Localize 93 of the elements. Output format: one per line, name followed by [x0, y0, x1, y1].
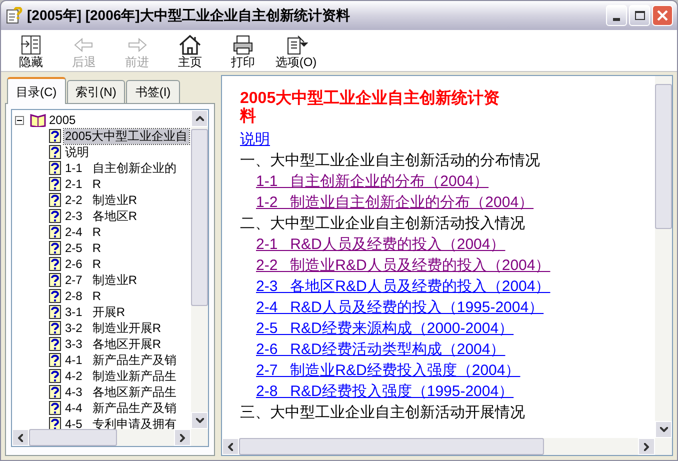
- tree-item[interactable]: 2-8 R: [64, 288, 102, 304]
- link[interactable]: 2-5 R&D经费来源构成（2000-2004）: [256, 320, 514, 337]
- link[interactable]: 1-1 自主创新企业的分布（2004）: [256, 173, 489, 190]
- help-page-icon: [49, 145, 61, 159]
- right-chevron-icon: [180, 434, 185, 442]
- help-page-icon: [49, 385, 61, 399]
- tree-item[interactable]: 3-3 各地区开展R: [64, 336, 162, 352]
- link[interactable]: 2-2 制造业R&D人员及经费的投入（2004）: [256, 257, 550, 274]
- toolbar-button[interactable]: 主页: [170, 33, 210, 71]
- tree-item[interactable]: 3-2 制造业开展R: [64, 320, 162, 336]
- section-heading: 一、大中型工业企业自主创新活动的分布情况: [240, 151, 541, 171]
- link[interactable]: 2-1 R&D人员及经费的投入（2004）: [256, 236, 506, 253]
- tree-item[interactable]: 2-2 制造业R: [64, 192, 138, 208]
- horizontal-scrollbar[interactable]: [12, 429, 208, 446]
- help-page-icon: [49, 241, 61, 255]
- help-page-icon: [49, 321, 61, 335]
- link[interactable]: 2-4 R&D人员及经费的投入（1995-2004）: [256, 299, 544, 316]
- help-page-icon: [49, 161, 61, 175]
- link[interactable]: 2-8 R&D经费投入强度（1995-2004）: [256, 383, 514, 400]
- tree-item[interactable]: 2-3 各地区R: [64, 208, 138, 224]
- help-page-icon: [49, 273, 61, 287]
- help-page-icon: [49, 129, 61, 143]
- link[interactable]: 1-2 制造业自主创新企业的分布（2004）: [256, 194, 534, 211]
- section-heading: 三、大中型工业企业自主创新活动开展情况: [240, 403, 526, 423]
- printer-icon: [231, 33, 255, 55]
- tab[interactable]: 索引(N): [66, 80, 126, 103]
- scroll-thumb[interactable]: [29, 429, 117, 446]
- link[interactable]: 2-3 各地区R&D人员及经费的投入（2004）: [256, 278, 550, 295]
- tab[interactable]: 目录(C): [7, 77, 66, 104]
- help-page-icon: [49, 417, 61, 429]
- tree-item[interactable]: 2005大中型工业企业自: [64, 128, 189, 144]
- toolbar-button[interactable]: 隐藏: [11, 33, 51, 71]
- help-page-icon: [49, 193, 61, 207]
- down-chevron-icon: [196, 418, 204, 423]
- link[interactable]: 2-7 制造业R&D经费投入强度（2004）: [256, 362, 520, 379]
- help-page-icon: [49, 401, 61, 415]
- toolbar-button[interactable]: 选项(O): [276, 33, 316, 71]
- scroll-right-button[interactable]: [638, 438, 655, 455]
- minimize-button[interactable]: [606, 5, 627, 26]
- help-page-icon: [49, 337, 61, 351]
- help-page-icon: [49, 369, 61, 383]
- link[interactable]: 2-6 R&D经费活动类型构成（2004）: [256, 341, 506, 358]
- window-title: [2005年] [2006年]大中型工业企业自主创新统计资料: [27, 6, 350, 25]
- help-page-icon: [49, 209, 61, 223]
- help-page-icon: [49, 289, 61, 303]
- help-file-icon: [5, 6, 23, 24]
- help-page-icon: [49, 305, 61, 319]
- help-page-icon: [49, 353, 61, 367]
- scroll-left-button[interactable]: [12, 429, 29, 446]
- tree-item[interactable]: 2-5 R: [64, 240, 102, 256]
- section-heading: 二、大中型工业企业自主创新活动投入情况: [240, 214, 526, 234]
- tree-item[interactable]: 4-1 新产品生产及销: [64, 352, 178, 368]
- tree-item[interactable]: 4-4 新产品生产及销: [64, 400, 178, 416]
- tree-item[interactable]: 4-3 各地区新产品生: [64, 384, 178, 400]
- book-icon: [30, 113, 46, 127]
- right-chevron-icon: [644, 442, 649, 450]
- tab[interactable]: 书签(I): [126, 80, 180, 103]
- scroll-down-button[interactable]: [191, 412, 208, 429]
- left-chevron-icon: [18, 434, 23, 442]
- toolbar-button[interactable]: 打印: [223, 33, 263, 71]
- house-icon: [178, 33, 202, 55]
- scroll-right-button[interactable]: [174, 429, 191, 446]
- tree-item[interactable]: 2005: [49, 111, 76, 129]
- scroll-thumb[interactable]: [655, 84, 672, 229]
- panel-icon: [19, 33, 43, 55]
- page-title: 2005大中型工业企业自主创新统计资料: [240, 90, 501, 126]
- tree-item[interactable]: 2-7 制造业R: [64, 272, 138, 288]
- tree-item[interactable]: 3-1 开展R: [64, 304, 126, 320]
- tree-item[interactable]: 2-1 R: [64, 176, 102, 192]
- left-chevron-icon: [228, 442, 233, 450]
- vertical-scrollbar[interactable]: [191, 110, 208, 429]
- tree-item[interactable]: 2-6 R: [64, 256, 102, 272]
- help-page-icon: [49, 257, 61, 271]
- collapse-toggle[interactable]: [15, 116, 24, 124]
- scroll-thumb[interactable]: [191, 129, 208, 306]
- help-page-icon: [49, 225, 61, 239]
- maximize-button[interactable]: [629, 5, 650, 26]
- help-page-icon: [49, 177, 61, 191]
- horizontal-scrollbar[interactable]: [222, 438, 672, 455]
- tree-item[interactable]: 4-5 专利申请及拥有: [64, 416, 178, 429]
- scroll-up-button[interactable]: [191, 110, 208, 127]
- tree-item[interactable]: 2-4 R: [64, 224, 102, 240]
- down-chevron-icon: [660, 427, 668, 432]
- link[interactable]: 说明: [240, 131, 270, 148]
- scroll-left-button[interactable]: [222, 438, 239, 455]
- tree-item[interactable]: 说明: [64, 144, 90, 160]
- up-chevron-icon: [196, 116, 204, 121]
- scroll-down-button[interactable]: [655, 421, 672, 438]
- vertical-scrollbar[interactable]: [655, 76, 672, 438]
- close-button[interactable]: [652, 5, 673, 26]
- scroll-thumb[interactable]: [239, 438, 544, 455]
- tree-item[interactable]: 4-2 制造业新产品生: [64, 368, 178, 384]
- tree-item[interactable]: 1-1 自主创新企业的: [64, 160, 178, 176]
